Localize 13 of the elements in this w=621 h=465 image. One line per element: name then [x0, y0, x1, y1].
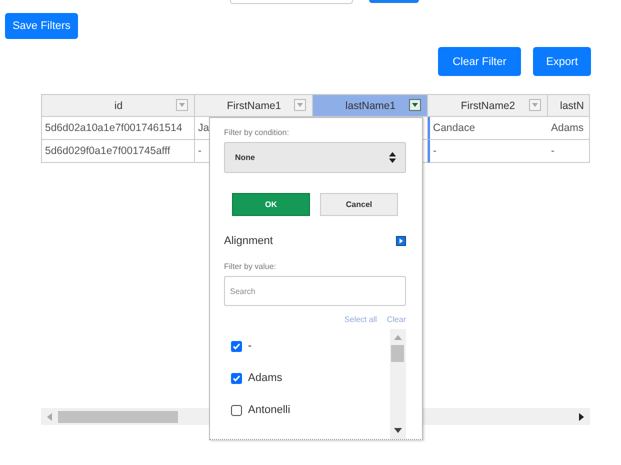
table-cell: - [551, 145, 554, 157]
table-cell: - [198, 145, 202, 157]
value-label: Antonelli [248, 404, 290, 416]
filter-by-value-label: Filter by value: [224, 262, 278, 271]
table-cell: 5d6d02a10a1e7f0017461514 [45, 122, 182, 134]
table-cell: - [433, 145, 436, 157]
table-cell: Ja [198, 122, 210, 134]
filter-by-condition-label: Filter by condition: [224, 128, 290, 137]
value-label: Adams [248, 372, 282, 384]
table-cell: Adams [551, 122, 584, 134]
table-cell: Candace [433, 122, 476, 134]
table-cell: 5d6d029f0a1e7f001745afff [45, 145, 170, 157]
value-label: - [248, 340, 252, 352]
